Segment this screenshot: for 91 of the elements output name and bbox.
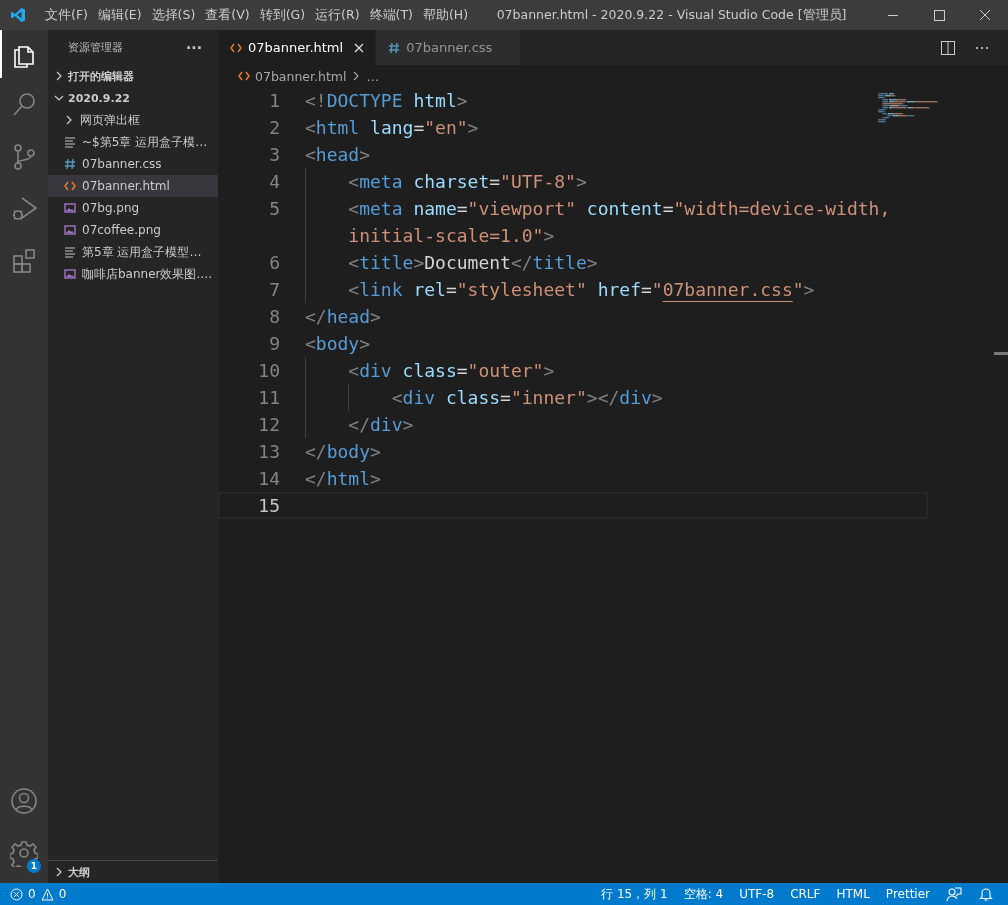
code-brackets-icon — [238, 70, 250, 82]
code-brackets-icon — [64, 180, 76, 192]
code-line: <html lang="en"> — [305, 116, 479, 140]
account-icon[interactable] — [10, 787, 38, 815]
bell-icon[interactable] — [978, 886, 994, 902]
warning-icon[interactable] — [40, 887, 54, 901]
feedback-icon[interactable] — [946, 886, 962, 902]
notification-badge: 1 — [27, 859, 41, 873]
code-line: <title>Document</title> — [305, 249, 598, 276]
menu-item[interactable]: 帮助(H) — [417, 0, 474, 30]
line-number: 3 — [268, 144, 281, 165]
search-icon[interactable] — [10, 90, 38, 118]
editor-tab[interactable]: 07banner.css — [376, 30, 522, 65]
line-number: 7 — [268, 279, 281, 300]
line-number: 15 — [257, 495, 281, 516]
status-item[interactable]: 空格: 4 — [683, 885, 724, 903]
menu-item[interactable]: 文件(F) — [40, 0, 93, 30]
line-number: 11 — [257, 387, 281, 408]
gear-icon[interactable] — [10, 839, 38, 867]
lines-icon — [64, 246, 76, 258]
file-item[interactable]: 07banner.css — [48, 153, 218, 175]
code-line: <div class="outer"> — [305, 357, 555, 384]
code-line: <meta charset="UTF-8"> — [305, 168, 587, 195]
file-item[interactable]: 07coffee.png — [48, 219, 218, 241]
code-line: <body> — [305, 332, 371, 356]
code-line: </html> — [305, 467, 381, 491]
line-number: 5 — [268, 198, 281, 219]
error-icon[interactable] — [10, 887, 23, 901]
status-item[interactable]: Prettier — [885, 887, 930, 901]
code-line: <meta name="viewport" content="width=device-width, — [305, 195, 891, 222]
status-item[interactable]: UTF-8 — [739, 887, 775, 901]
extensions-icon[interactable] — [10, 246, 38, 274]
image-file-icon — [64, 202, 76, 214]
file-item[interactable]: 网页弹出框 — [48, 109, 218, 131]
close-icon[interactable] — [353, 41, 366, 54]
section-header[interactable]: 大纲 — [68, 864, 90, 880]
code-line: </div> — [305, 411, 414, 438]
menu-item[interactable]: 运行(R) — [310, 0, 365, 30]
hash-icon — [388, 41, 401, 54]
editor-tab[interactable]: 07banner.html — [218, 30, 377, 65]
line-number: 13 — [257, 441, 281, 462]
lines-icon — [64, 136, 76, 148]
scrollbar-thumb[interactable] — [994, 352, 1008, 355]
code-line: <div class="inner"></div> — [305, 384, 663, 411]
bug-play-icon[interactable] — [10, 194, 38, 222]
minimap-drawing — [878, 91, 938, 123]
menu-item[interactable]: 转到(G) — [254, 0, 311, 30]
line-number: 2 — [268, 117, 281, 138]
section-header[interactable]: 打开的编辑器 — [68, 68, 134, 84]
menu-item[interactable]: 选择(S) — [146, 0, 201, 30]
split-editor-icon[interactable] — [940, 39, 956, 56]
breadcrumb-item[interactable]: 07banner.html — [255, 68, 347, 84]
image-file-icon — [64, 224, 76, 236]
status-item[interactable]: CRLF — [790, 887, 821, 901]
line-number: 1 — [268, 90, 281, 111]
code-brackets-icon — [230, 41, 242, 54]
code-line: </head> — [305, 305, 381, 329]
file-item[interactable]: 第5章 运用盒子模型… — [48, 241, 218, 263]
code-line: </body> — [305, 440, 381, 464]
status-item[interactable]: HTML — [836, 887, 870, 901]
image-file-icon — [64, 268, 76, 280]
code-line: <!DOCTYPE html> — [305, 89, 468, 113]
menu-item[interactable]: 编辑(E) — [92, 0, 147, 30]
file-item[interactable]: 咖啡店banner效果图.… — [48, 263, 218, 285]
file-item[interactable]: 07banner.html — [48, 175, 218, 197]
line-number: 14 — [257, 468, 281, 489]
error-count[interactable]: 0 — [28, 887, 36, 901]
vscode-logo-icon — [10, 7, 26, 23]
code-line: <head> — [305, 143, 371, 167]
line-number: 9 — [268, 333, 281, 354]
window-title: 07banner.html - 2020.9.22 - Visual Studio Code [管理员] — [495, 6, 848, 24]
menu-item[interactable]: 查看(V) — [200, 0, 255, 30]
code-line: <link rel="stylesheet" href="07banner.css"> — [305, 276, 815, 303]
line-number: 10 — [257, 360, 281, 381]
file-item[interactable]: 07bg.png — [48, 197, 218, 219]
sidebar-title: 资源管理器 — [68, 40, 123, 55]
chevron-right-icon — [64, 115, 74, 125]
more-button[interactable]: ··· — [186, 39, 202, 56]
breadcrumb-item[interactable]: … — [366, 68, 379, 84]
section-header[interactable]: 2020.9.22 — [68, 91, 130, 105]
line-number: 6 — [268, 252, 281, 273]
status-item[interactable]: 行 15，列 1 — [601, 885, 668, 903]
code-line: initial-scale=1.0"> — [305, 222, 555, 249]
warning-count[interactable]: 0 — [58, 887, 67, 901]
hash-icon — [64, 158, 76, 170]
chevron-right-icon — [352, 71, 361, 81]
line-number: 4 — [268, 171, 281, 192]
line-number: 12 — [257, 414, 281, 435]
menu-item[interactable]: 终端(T) — [364, 0, 418, 30]
file-item[interactable]: ~$第5章 运用盒子模… — [48, 131, 218, 153]
line-number: 8 — [268, 306, 281, 327]
